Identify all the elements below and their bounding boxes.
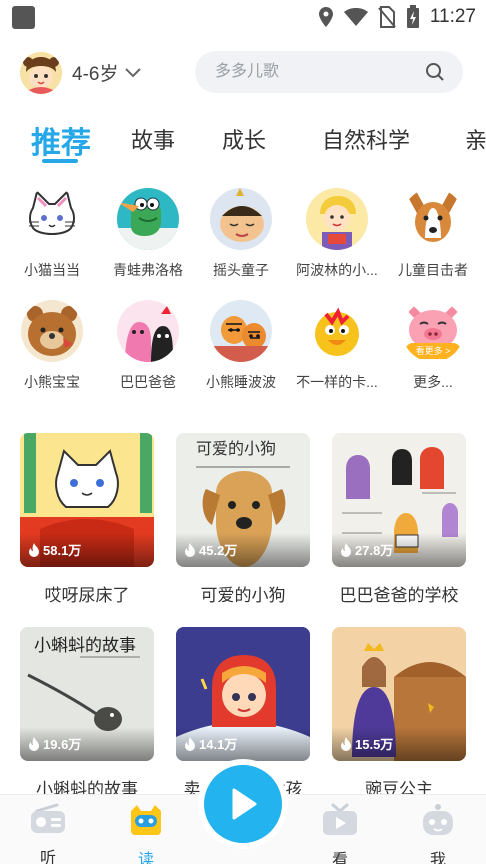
robot-face-icon — [423, 804, 453, 835]
book-face-icon — [131, 805, 161, 835]
book-card[interactable]: 小蝌蚪的故事 19.6万 小蝌蚪的故事 — [20, 627, 154, 800]
wifi-icon — [343, 8, 368, 26]
active-tab-indicator — [42, 159, 78, 163]
status-bar: 11:27 — [0, 0, 486, 34]
category-label: 阿波林的小... — [296, 262, 378, 278]
book-cover: 27.8万 — [332, 433, 466, 567]
flame-icon — [341, 542, 351, 557]
radio-icon — [31, 803, 65, 833]
nav-label: 看 — [331, 852, 348, 864]
book-cover: 15.5万 — [332, 627, 466, 761]
category-item[interactable]: 不一样的卡... — [290, 300, 384, 392]
category-item[interactable]: 青蛙弗洛格 — [101, 188, 195, 280]
book-cover: 14.1万 — [176, 627, 310, 761]
search-box[interactable] — [195, 51, 463, 93]
tv-icon — [323, 803, 357, 835]
play-count: 19.6万 — [28, 734, 81, 753]
flame-icon — [341, 736, 351, 751]
play-count: 58.1万 — [28, 540, 81, 559]
age-label: 4-6岁 — [72, 64, 119, 85]
book-cover: 小蝌蚪的故事 19.6万 — [20, 627, 154, 761]
tab-growth[interactable]: 成长 — [222, 123, 266, 155]
play-count: 15.5万 — [340, 734, 393, 753]
cover-title: 小蝌蚪的故事 — [34, 636, 136, 656]
nav-label: 我 — [429, 852, 446, 864]
nav-label: 听 — [39, 850, 56, 864]
play-button[interactable] — [204, 765, 282, 843]
category-label: 更多... — [413, 374, 453, 390]
battery-charging-icon — [406, 5, 419, 28]
book-cover: 可爱的小狗 45.2万 — [176, 433, 310, 567]
header: 4-6岁 — [0, 50, 486, 94]
headshake-boy-icon — [210, 188, 272, 250]
book-card[interactable]: 58.1万 哎呀尿床了 — [20, 433, 154, 606]
category-label: 巴巴爸爸 — [120, 374, 176, 390]
category-item[interactable]: 小猫当当 — [5, 188, 99, 280]
teddy-bear-icon — [21, 300, 83, 362]
play-count: 45.2万 — [184, 540, 237, 559]
tab-story[interactable]: 故事 — [131, 123, 175, 155]
category-item[interactable]: 小熊睡波波 — [194, 300, 288, 392]
search-icon[interactable] — [425, 62, 445, 82]
play-icon — [232, 788, 257, 820]
status-icons: 11:27 — [318, 4, 476, 30]
avatar[interactable] — [20, 52, 62, 94]
cover-title: 可爱的小狗 — [196, 439, 277, 458]
category-label: 小熊宝宝 — [24, 374, 80, 390]
kaka-chick-icon — [306, 300, 368, 362]
flame-icon — [185, 542, 195, 557]
category-label: 不一样的卡... — [296, 374, 378, 390]
nav-watch[interactable]: 看 — [310, 803, 370, 864]
tab-nature-science[interactable]: 自然科学 — [322, 123, 410, 155]
apollo-kid-icon — [306, 188, 368, 250]
category-label: 青蛙弗洛格 — [113, 262, 183, 278]
nav-label: 读 — [137, 852, 154, 864]
tab-parent[interactable]: 亲 — [465, 123, 486, 155]
play-count: 14.1万 — [184, 734, 237, 753]
nav-read[interactable]: 读 — [116, 803, 176, 864]
category-label: 儿童目击者 — [398, 262, 468, 278]
category-label: 小熊睡波波 — [206, 374, 276, 390]
book-card[interactable]: 可爱的小狗 45.2万 可爱的小狗 — [176, 433, 310, 606]
category-item[interactable]: 阿波林的小... — [290, 188, 384, 280]
status-time: 11:27 — [429, 6, 476, 27]
category-item[interactable]: 看更多 > 更多... — [386, 300, 480, 392]
age-selector[interactable]: 4-6岁 — [72, 59, 142, 86]
app-notification-icon — [12, 6, 35, 29]
tiger-bobo-icon — [210, 300, 272, 362]
category-item[interactable]: 小熊宝宝 — [5, 300, 99, 392]
play-count: 27.8万 — [340, 540, 393, 559]
category-label: 摇头童子 — [213, 262, 269, 278]
no-sim-icon — [378, 6, 396, 28]
nav-me[interactable]: 我 — [408, 803, 468, 864]
category-item[interactable]: 儿童目击者 — [386, 188, 480, 280]
book-title: 可爱的小狗 — [200, 586, 286, 605]
corgi-dog-icon — [402, 188, 464, 250]
flame-icon — [185, 736, 195, 751]
flame-icon — [29, 542, 39, 557]
barbapapa-icon — [117, 300, 179, 362]
frog-froggy-icon — [117, 188, 179, 250]
category-item[interactable]: 摇头童子 — [194, 188, 288, 280]
nav-listen[interactable]: 听 — [18, 803, 78, 864]
book-card[interactable]: 27.8万 巴巴爸爸的学校 — [332, 433, 466, 606]
category-item[interactable]: 巴巴爸爸 — [101, 300, 195, 392]
book-cover: 58.1万 — [20, 433, 154, 567]
location-icon — [318, 7, 333, 27]
chevron-down-icon — [125, 67, 142, 77]
category-tabs: 推荐 故事 成长 自然科学 亲 — [0, 115, 486, 170]
book-title: 哎呀尿床了 — [44, 586, 130, 605]
flame-icon — [29, 736, 39, 751]
category-label: 小猫当当 — [24, 262, 80, 278]
search-input[interactable] — [215, 51, 415, 93]
book-title: 巴巴爸爸的学校 — [339, 586, 459, 605]
book-card[interactable]: 15.5万 豌豆公主 — [332, 627, 466, 800]
tab-recommend[interactable]: 推荐 — [31, 118, 91, 162]
see-more-badge[interactable]: 看更多 > — [405, 343, 461, 359]
pink-pig-icon: 看更多 > — [402, 300, 464, 362]
kitten-dangdang-icon — [21, 188, 83, 250]
